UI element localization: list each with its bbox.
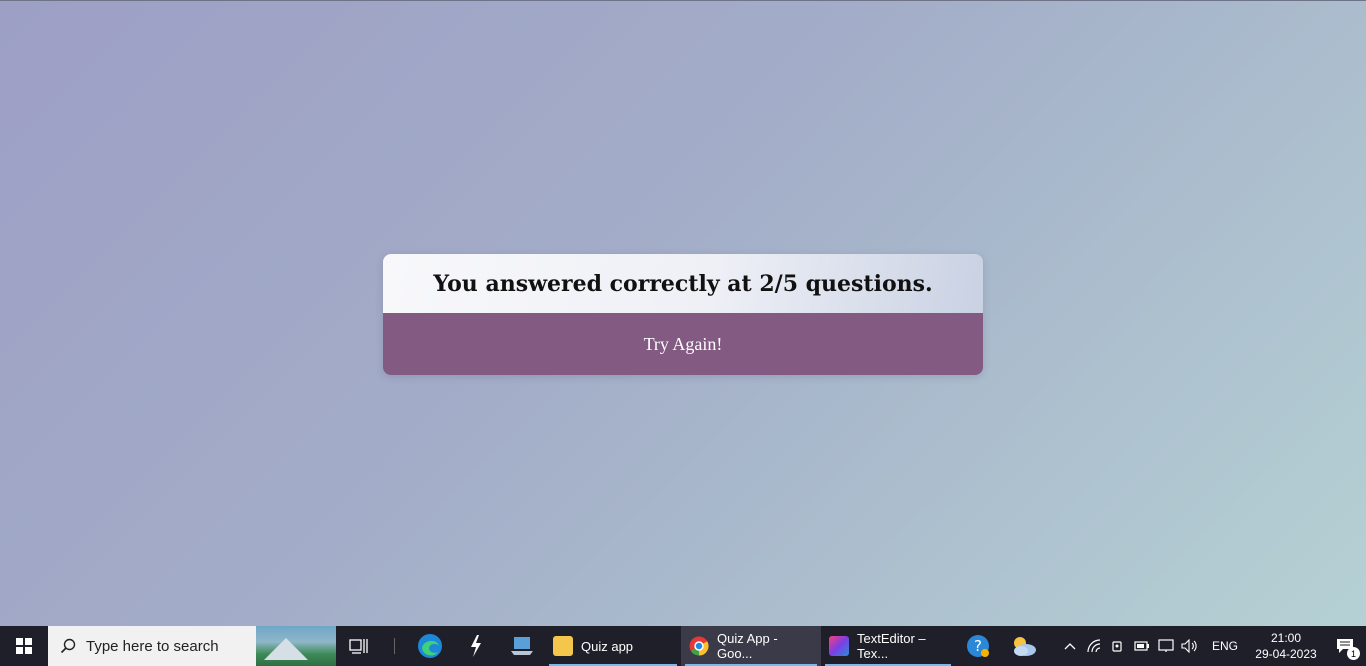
show-hidden-icons-button[interactable] (1058, 626, 1082, 666)
browser-page: You answered correctly at 2/5 questions.… (0, 0, 1366, 626)
display-settings-icon (1158, 639, 1174, 652)
lightning-bolt-icon (471, 635, 481, 657)
weather-cloud-icon (1014, 637, 1036, 656)
laptop-icon (511, 637, 533, 655)
clock[interactable]: 21:00 29-04-2023 (1248, 630, 1324, 662)
taskbar-search-box[interactable]: Type here to search (48, 626, 336, 666)
windows-logo-icon (16, 638, 32, 654)
taskbar-divider (394, 638, 395, 654)
taskbar-app-laptop[interactable] (499, 626, 545, 666)
display-button[interactable] (1154, 626, 1178, 666)
taskbar-edge[interactable] (407, 626, 453, 666)
meet-now-icon (1112, 641, 1122, 652)
svg-text:?: ? (974, 637, 982, 655)
help-icon: ? (967, 635, 989, 657)
result-header: You answered correctly at 2/5 questions. (383, 254, 983, 313)
windows-taskbar: Type here to search Quiz app Quiz App - … (0, 626, 1366, 666)
clock-time: 21:00 (1270, 631, 1302, 645)
clock-date: 29-04-2023 (1255, 647, 1317, 661)
wifi-icon (1087, 639, 1101, 653)
volume-button[interactable] (1178, 626, 1202, 666)
action-center-button[interactable]: 1 (1324, 626, 1366, 666)
edge-icon (418, 634, 442, 658)
network-button[interactable] (1082, 626, 1106, 666)
taskbar-weather[interactable] (1001, 626, 1047, 666)
folder-icon (553, 636, 573, 656)
try-again-button[interactable]: Try Again! (383, 313, 983, 375)
meet-now-button[interactable] (1106, 626, 1130, 666)
chrome-icon (689, 636, 709, 656)
taskbar-app-label: TextEditor – Tex... (857, 631, 926, 661)
battery-button[interactable] (1130, 626, 1154, 666)
system-tray: ENG 21:00 29-04-2023 1 (1058, 626, 1366, 666)
speaker-icon (1181, 639, 1197, 653)
task-view-button[interactable] (336, 626, 382, 666)
taskbar-app-label: Quiz App - Goo... (717, 631, 778, 661)
intellij-icon (829, 636, 849, 656)
task-view-icon (349, 639, 368, 654)
search-highlight-image (256, 626, 336, 666)
taskbar-file-explorer[interactable]: Quiz app (545, 626, 681, 666)
input-language[interactable]: ENG (1202, 639, 1248, 653)
taskbar-app-bolt[interactable] (453, 626, 499, 666)
chevron-up-icon (1064, 643, 1076, 650)
search-placeholder: Type here to search (86, 637, 219, 655)
taskbar-help[interactable]: ? (955, 626, 1001, 666)
notification-count-badge: 1 (1347, 647, 1360, 660)
search-icon (60, 638, 76, 654)
battery-icon (1134, 641, 1149, 651)
taskbar-intellij[interactable]: TextEditor – Tex... (821, 626, 955, 666)
start-button[interactable] (0, 626, 48, 666)
score-text: You answered correctly at 2/5 questions. (433, 270, 933, 297)
taskbar-app-label: Quiz app (581, 638, 634, 654)
taskbar-chrome[interactable]: Quiz App - Goo... (681, 626, 821, 666)
quiz-result-card: You answered correctly at 2/5 questions.… (383, 254, 983, 375)
